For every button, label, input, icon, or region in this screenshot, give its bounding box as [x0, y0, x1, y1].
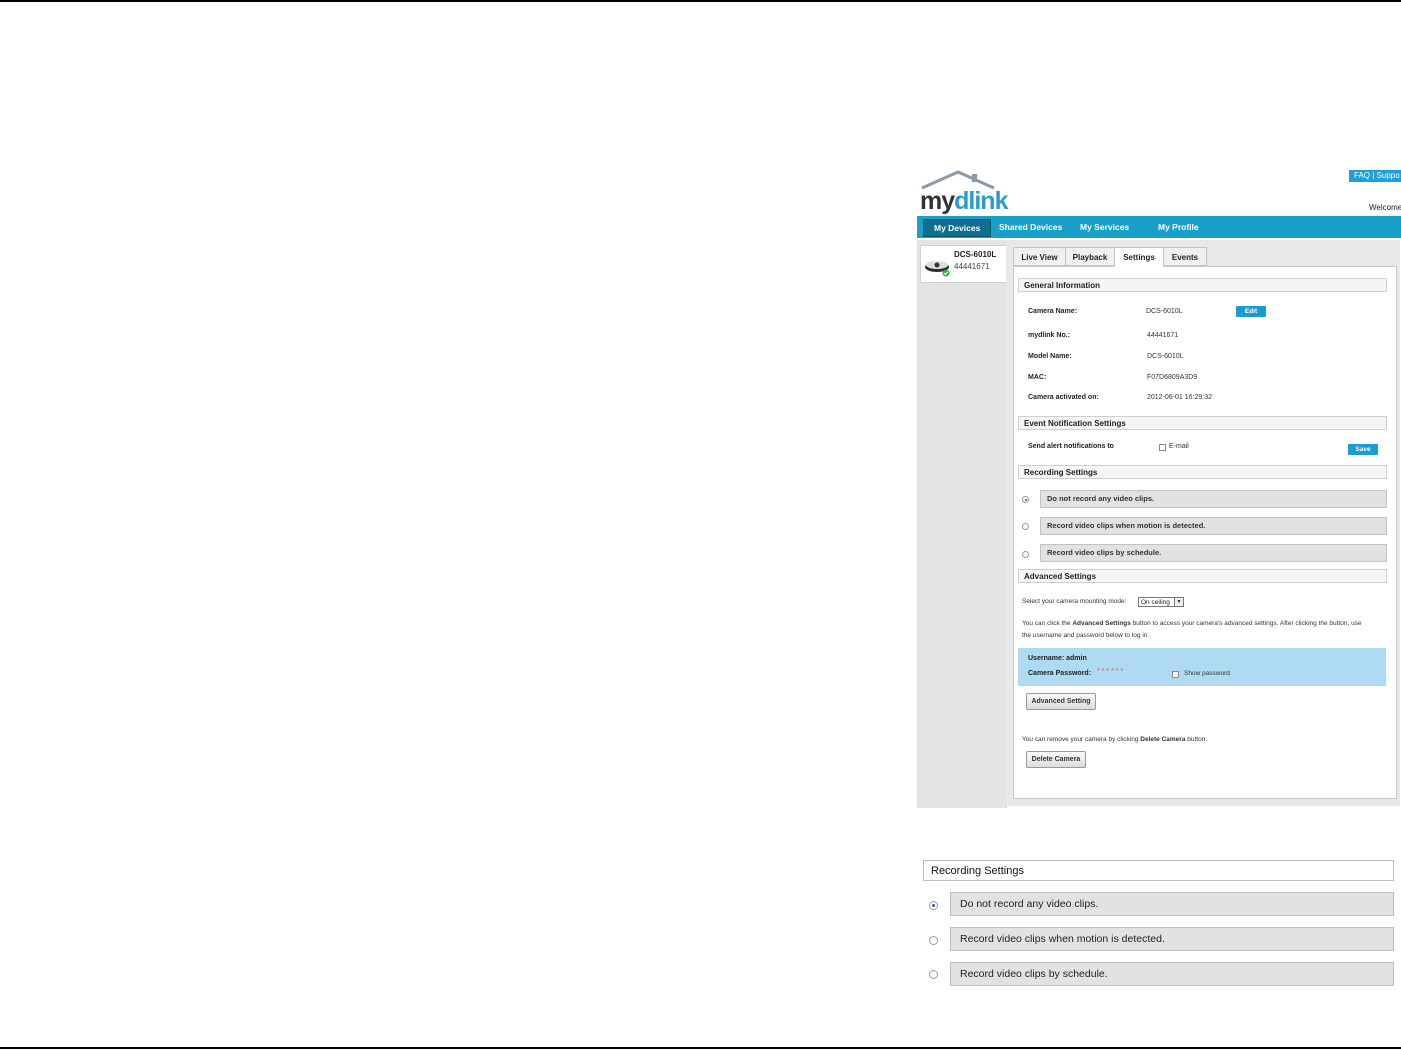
top-rule	[0, 0, 1401, 2]
mount-mode-value: On ceiling	[1141, 599, 1170, 606]
mac-value: F07D6809A3D9	[1147, 374, 1198, 381]
general-information-header: General Information	[1018, 278, 1387, 292]
advanced-info-line1: You can click the Advanced Settings butt…	[1022, 620, 1362, 627]
remove-camera-info: You can remove your camera by clicking D…	[1022, 736, 1208, 743]
camera-password-label: Camera Password:	[1028, 670, 1092, 677]
activated-value: 2012-06-01 16:29:32	[1147, 394, 1212, 401]
model-name-label: Model Name:	[1028, 353, 1072, 360]
mydlink-no-label: mydlink No.:	[1028, 332, 1071, 339]
zoom-record-motion-radio[interactable]	[929, 936, 938, 945]
mac-label: MAC:	[1028, 374, 1047, 381]
save-button[interactable]: Save	[1348, 444, 1378, 455]
record-none-radio[interactable]	[1022, 496, 1029, 503]
zoom-recording-settings-header: Recording Settings	[923, 860, 1394, 881]
zoom-record-schedule-radio[interactable]	[929, 970, 938, 979]
record-schedule-option[interactable]: Record video clips by schedule.	[1040, 544, 1387, 562]
mydlink-logo[interactable]: mydlink	[920, 168, 1020, 216]
activated-label: Camera activated on:	[1028, 394, 1099, 401]
tab-settings[interactable]: Settings	[1114, 247, 1164, 267]
zoom-record-none-radio[interactable]	[929, 901, 938, 910]
advanced-settings-header: Advanced Settings	[1018, 569, 1387, 583]
device-list-panel: DCS-6010L 44441671	[917, 240, 1008, 808]
username-text: Username: admin	[1028, 655, 1087, 662]
device-card[interactable]: DCS-6010L 44441671	[920, 245, 1008, 283]
device-name: DCS-6010L	[954, 250, 997, 259]
camera-device-icon	[925, 261, 950, 277]
email-checkbox[interactable]	[1159, 444, 1166, 451]
bottom-rule	[0, 1047, 1401, 1049]
send-alert-label: Send alert notifications to	[1028, 443, 1114, 450]
camera-name-label: Camera Name:	[1028, 308, 1078, 315]
event-notification-header: Event Notification Settings	[1018, 416, 1387, 430]
edit-button[interactable]: Edit	[1236, 306, 1266, 317]
nav-my-profile[interactable]: My Profile	[1158, 216, 1199, 238]
welcome-text: Welcome	[1369, 203, 1401, 212]
record-none-option[interactable]: Do not record any video clips.	[1040, 490, 1387, 508]
advanced-setting-button[interactable]: Advanced Setting	[1026, 693, 1096, 710]
show-password-label: Show password	[1184, 670, 1230, 677]
camera-name-value: DCS-6010L	[1146, 308, 1183, 315]
nav-my-services[interactable]: My Services	[1080, 216, 1129, 238]
main-nav: My Devices Shared Devices My Services My…	[917, 216, 1401, 238]
mount-mode-select[interactable]: On ceiling ▼	[1138, 597, 1184, 607]
delete-camera-button[interactable]: Delete Camera	[1026, 751, 1086, 768]
credentials-box	[1018, 648, 1386, 686]
record-motion-option[interactable]: Record video clips when motion is detect…	[1040, 517, 1387, 535]
logo-wordmark: mydlink	[920, 187, 1008, 215]
email-label: E-mail	[1169, 443, 1189, 450]
camera-password-mask: * * * * * *	[1097, 668, 1124, 675]
dropdown-arrow-icon: ▼	[1174, 598, 1183, 606]
tab-playback[interactable]: Playback	[1065, 247, 1115, 266]
mount-mode-label: Select your camera mounting mode:	[1022, 598, 1127, 605]
record-motion-radio[interactable]	[1022, 523, 1029, 530]
recording-settings-header: Recording Settings	[1018, 465, 1387, 479]
nav-my-devices[interactable]: My Devices	[923, 219, 992, 237]
tab-events[interactable]: Events	[1163, 247, 1207, 266]
model-name-value: DCS-6010L	[1147, 353, 1184, 360]
mydlink-no-value: 44441671	[1147, 332, 1179, 339]
record-schedule-radio[interactable]	[1022, 551, 1029, 558]
device-number: 44441671	[954, 262, 990, 271]
faq-support-link[interactable]: FAQ | Suppo	[1349, 170, 1401, 182]
show-password-checkbox[interactable]	[1172, 671, 1179, 678]
tab-live-view[interactable]: Live View	[1013, 247, 1066, 266]
advanced-info-line2: the username and password below to log i…	[1022, 632, 1150, 639]
nav-shared-devices[interactable]: Shared Devices	[999, 216, 1062, 238]
zoom-record-schedule-option[interactable]: Record video clips by schedule.	[950, 962, 1394, 986]
zoom-record-motion-option[interactable]: Record video clips when motion is detect…	[950, 927, 1394, 951]
zoom-record-none-option[interactable]: Do not record any video clips.	[950, 892, 1394, 916]
